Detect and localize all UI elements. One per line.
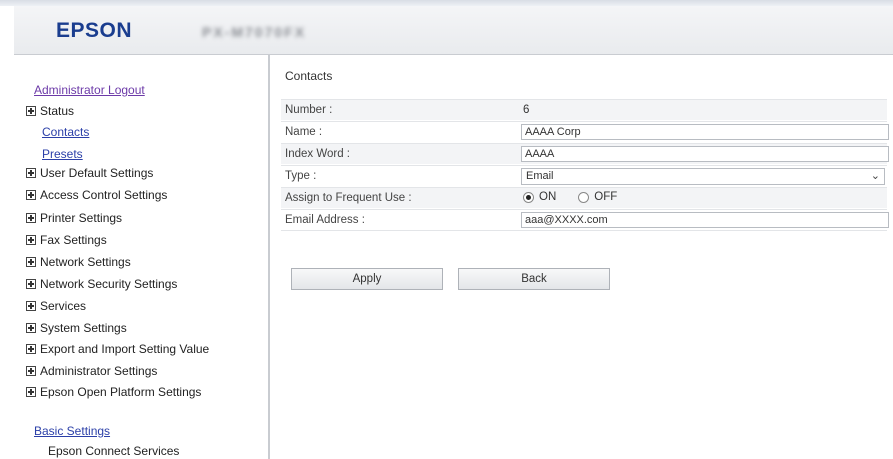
- name-row: Name : AAAA Corp: [281, 121, 889, 142]
- expand-icon: [26, 213, 36, 223]
- expand-icon: [26, 344, 36, 354]
- sidebar-item-label: Network Security Settings: [40, 277, 178, 291]
- sidebar-item-network-security-settings[interactable]: Network Security Settings: [26, 277, 177, 291]
- number-value: 6: [523, 104, 530, 116]
- header: EPSON PX-M7070FX: [14, 6, 893, 55]
- email-address-input[interactable]: aaa@XXXX.com: [521, 212, 889, 228]
- epson-logo: EPSON: [56, 19, 133, 42]
- frequent-off-radio[interactable]: [578, 191, 590, 203]
- frequent-off-label: OFF: [594, 191, 618, 203]
- back-button[interactable]: Back: [458, 268, 610, 290]
- sidebar-item-label: Services: [40, 299, 87, 313]
- sidebar-item-fax-settings[interactable]: Fax Settings: [26, 233, 107, 247]
- sidebar-item-user-default-settings[interactable]: User Default Settings: [26, 166, 153, 180]
- sidebar-item-system-settings[interactable]: System Settings: [26, 321, 127, 335]
- frequent-use-radio-group: ON OFF: [523, 191, 617, 203]
- email-label: Email Address :: [285, 214, 365, 226]
- sidebar-item-administrator-settings[interactable]: Administrator Settings: [26, 364, 157, 378]
- epson-connect-services-item[interactable]: Epson Connect Services: [48, 444, 179, 458]
- type-select-value: Email: [526, 170, 554, 182]
- sidebar-item-services[interactable]: Services: [26, 299, 86, 313]
- expand-icon: [26, 366, 36, 376]
- sidebar-item-label: User Default Settings: [40, 166, 154, 180]
- sidebar-item-export-import[interactable]: Export and Import Setting Value: [26, 342, 209, 356]
- sidebar-item-epson-open-platform[interactable]: Epson Open Platform Settings: [26, 385, 201, 399]
- basic-settings-link[interactable]: Basic Settings: [34, 424, 110, 438]
- sidebar-item-printer-settings[interactable]: Printer Settings: [26, 211, 122, 225]
- sidebar-item-label: Network Settings: [40, 255, 131, 269]
- frequent-on-radio[interactable]: [523, 191, 534, 203]
- sidebar: Administrator Logout Status Contacts Pre…: [14, 55, 270, 459]
- sidebar-link-contacts[interactable]: Contacts: [42, 125, 89, 139]
- type-label: Type :: [285, 170, 317, 182]
- expand-icon: [26, 190, 36, 200]
- expand-icon: [26, 279, 36, 289]
- number-label: Number :: [285, 104, 333, 116]
- sidebar-item-label: Administrator Settings: [40, 364, 158, 378]
- name-input[interactable]: AAAA Corp: [521, 124, 889, 140]
- sidebar-item-access-control-settings[interactable]: Access Control Settings: [26, 188, 167, 202]
- expand-icon: [26, 301, 36, 311]
- type-row: Type : Email ⌄: [281, 165, 887, 186]
- number-row: Number : 6: [281, 99, 887, 120]
- apply-button[interactable]: Apply: [291, 268, 443, 290]
- sidebar-item-status[interactable]: Status: [26, 104, 74, 118]
- printer-model-name: PX-M7070FX: [202, 24, 307, 40]
- index-word-label: Index Word :: [285, 148, 350, 160]
- sidebar-item-label: Fax Settings: [40, 233, 107, 247]
- index-word-input[interactable]: AAAA: [521, 146, 889, 162]
- sidebar-link-presets[interactable]: Presets: [42, 147, 83, 161]
- name-label: Name :: [285, 126, 323, 138]
- index-word-row: Index Word : AAAA: [281, 143, 889, 164]
- expand-icon: [26, 387, 36, 397]
- expand-icon: [26, 235, 36, 245]
- sidebar-item-label: System Settings: [40, 321, 127, 335]
- page-title: Contacts: [285, 69, 333, 83]
- email-row: Email Address : aaa@XXXX.com: [281, 209, 889, 231]
- frequent-use-row: Assign to Frequent Use : ON OFF: [281, 187, 887, 208]
- chevron-down-icon: ⌄: [870, 170, 880, 182]
- type-select[interactable]: Email ⌄: [521, 168, 885, 185]
- frequent-use-label: Assign to Frequent Use :: [285, 192, 412, 204]
- expand-icon: [26, 257, 36, 267]
- sidebar-item-label: Epson Open Platform Settings: [40, 385, 202, 399]
- administrator-logout-link[interactable]: Administrator Logout: [34, 83, 145, 97]
- frequent-on-label: ON: [539, 191, 557, 203]
- sidebar-item-label: Printer Settings: [40, 211, 123, 225]
- main-content: Contacts Number : 6 Name : AAAA Corp Ind…: [271, 55, 893, 459]
- expand-icon: [26, 323, 36, 333]
- sidebar-item-label: Access Control Settings: [40, 188, 168, 202]
- sidebar-item-label: Status: [40, 104, 75, 118]
- sidebar-item-label: Export and Import Setting Value: [40, 342, 210, 356]
- expand-icon: [26, 168, 36, 178]
- sidebar-item-network-settings[interactable]: Network Settings: [26, 255, 131, 269]
- expand-icon: [26, 106, 36, 116]
